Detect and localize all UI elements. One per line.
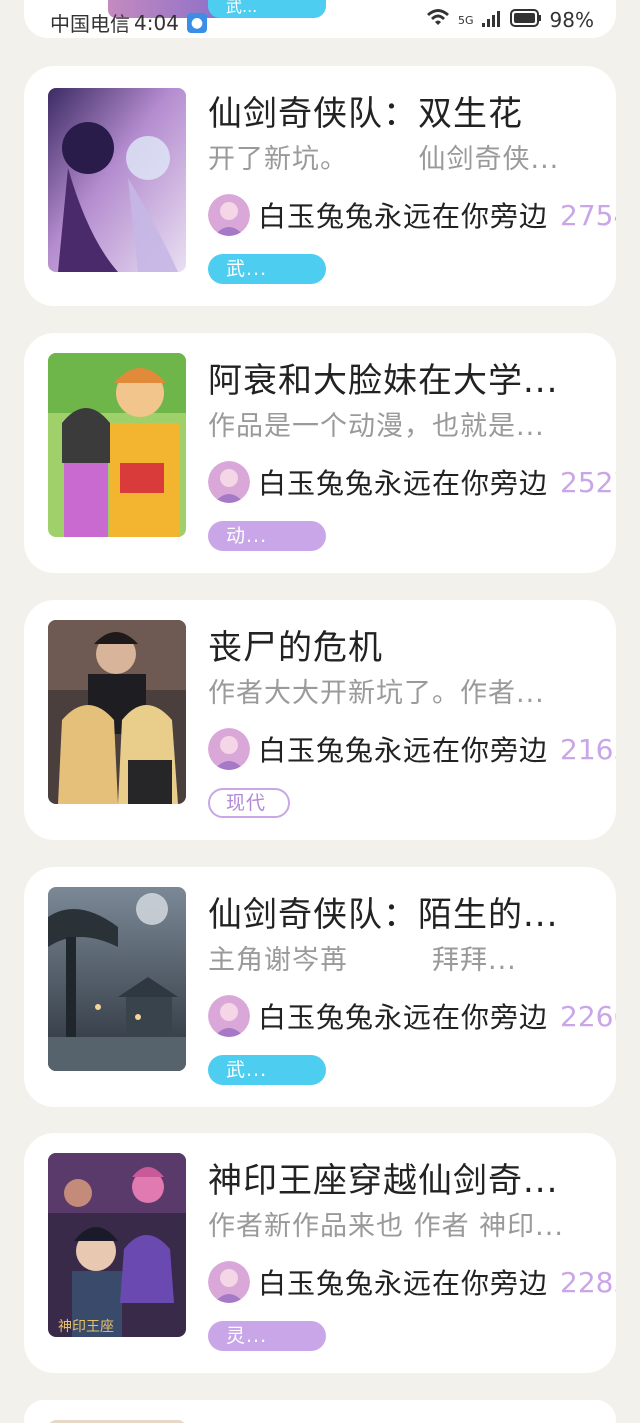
author-name[interactable]: 白玉兔兔永远在你旁边 <box>258 195 548 235</box>
svg-text:神印王座: 神印王座 <box>58 1319 114 1335</box>
book-cover[interactable] <box>48 887 186 1071</box>
author-name[interactable]: 白玉兔兔永远在你旁边 <box>258 462 548 502</box>
category-tag[interactable]: 灵... <box>208 1321 326 1351</box>
network-label: 5G <box>458 13 474 27</box>
cartoon-cover-icon <box>48 353 186 537</box>
view-count: 2283. <box>560 1265 616 1299</box>
status-carrier: 中国电信 4:04 ● <box>50 8 207 37</box>
previous-tag-remnant[interactable]: 武... <box>208 0 326 18</box>
book-description: 作品是一个动漫，也就是... <box>208 411 545 442</box>
fantasy-cover-icon: 神印王座 <box>48 1153 186 1337</box>
signal-icon <box>481 8 502 32</box>
status-bar: 武... 中国电信 4:04 ● 5G 98% <box>24 0 616 38</box>
author-row[interactable]: 白玉兔兔永远在你旁边 2266. <box>208 995 616 1037</box>
book-description: 作者大大开新坑了。作者... <box>208 678 545 709</box>
book-title[interactable]: 仙剑奇侠队：陌生的... <box>208 893 586 937</box>
book-card[interactable]: 丧尸的危机 作者大大开新坑了。作者... 白玉兔兔永远在你旁边 2165. 现代 <box>24 600 616 840</box>
avatar[interactable] <box>208 1261 250 1303</box>
wifi-icon <box>426 8 450 32</box>
author-row[interactable]: 白玉兔兔永远在你旁边 2283. <box>208 1261 616 1303</box>
book-title[interactable]: 阿衰和大脸妹在大学... <box>208 359 586 403</box>
author-row[interactable]: 白玉兔兔永远在你旁边 2754. <box>208 194 616 236</box>
battery-level: 98% <box>549 8 594 32</box>
author-name[interactable]: 白玉兔兔永远在你旁边 <box>258 729 548 769</box>
book-card[interactable]: 仙剑奇侠队：陌生的... 主角谢岑苒 拜拜... 白玉兔兔永远在你旁边 2266… <box>24 867 616 1107</box>
author-row[interactable]: 白玉兔兔永远在你旁边 2527. <box>208 461 616 503</box>
category-tag[interactable]: 现代 <box>208 788 290 818</box>
book-cover[interactable] <box>48 620 186 804</box>
dark-cover-icon <box>48 620 186 804</box>
book-cover[interactable] <box>48 353 186 537</box>
category-tag[interactable]: 动... <box>208 521 326 551</box>
book-card[interactable]: 神印王座 神印王座穿越仙剑奇... 作者新作品来也 作者 神印... 白玉兔兔永… <box>24 1133 616 1373</box>
avatar[interactable] <box>208 194 250 236</box>
network-icon: 5G <box>458 15 474 26</box>
anime-cover-purple-icon <box>48 88 186 272</box>
book-cover[interactable] <box>48 88 186 272</box>
book-cover[interactable]: 神印王座 <box>48 1153 186 1337</box>
view-count: 2527. <box>560 465 616 499</box>
avatar[interactable] <box>208 728 250 770</box>
view-count: 2165. <box>560 732 616 766</box>
book-card[interactable]: 仙剑奇侠队：双生花 开了新坑。 仙剑奇侠... 白玉兔兔永远在你旁边 2754.… <box>24 66 616 306</box>
view-count: 2754. <box>560 198 616 232</box>
avatar[interactable] <box>208 995 250 1037</box>
category-tag[interactable]: 武... <box>208 1055 326 1085</box>
search-badge-icon: ● <box>186 12 207 33</box>
book-title[interactable]: 丧尸的危机 <box>208 626 586 670</box>
author-name[interactable]: 白玉兔兔永远在你旁边 <box>258 996 548 1036</box>
book-card-partial[interactable] <box>24 1400 616 1423</box>
carrier-name: 中国电信 <box>50 12 130 36</box>
author-row[interactable]: 白玉兔兔永远在你旁边 2165. <box>208 728 616 770</box>
status-time: 4:04 <box>134 10 179 35</box>
book-description: 作者新作品来也 作者 神印... <box>208 1211 564 1242</box>
status-right: 5G 98% <box>426 8 594 32</box>
category-tag[interactable]: 武... <box>208 254 326 284</box>
book-card[interactable]: 阿衰和大脸妹在大学... 作品是一个动漫，也就是... 白玉兔兔永远在你旁边 2… <box>24 333 616 573</box>
book-description: 开了新坑。 仙剑奇侠... <box>208 144 560 175</box>
book-title[interactable]: 神印王座穿越仙剑奇... <box>208 1159 586 1203</box>
view-count: 2266. <box>560 999 616 1033</box>
author-name[interactable]: 白玉兔兔永远在你旁边 <box>258 1262 548 1302</box>
night-landscape-cover-icon <box>48 887 186 1071</box>
battery-icon <box>509 8 542 32</box>
book-description: 主角谢岑苒 拜拜... <box>208 945 517 976</box>
book-title[interactable]: 仙剑奇侠队：双生花 <box>208 92 586 136</box>
avatar[interactable] <box>208 461 250 503</box>
